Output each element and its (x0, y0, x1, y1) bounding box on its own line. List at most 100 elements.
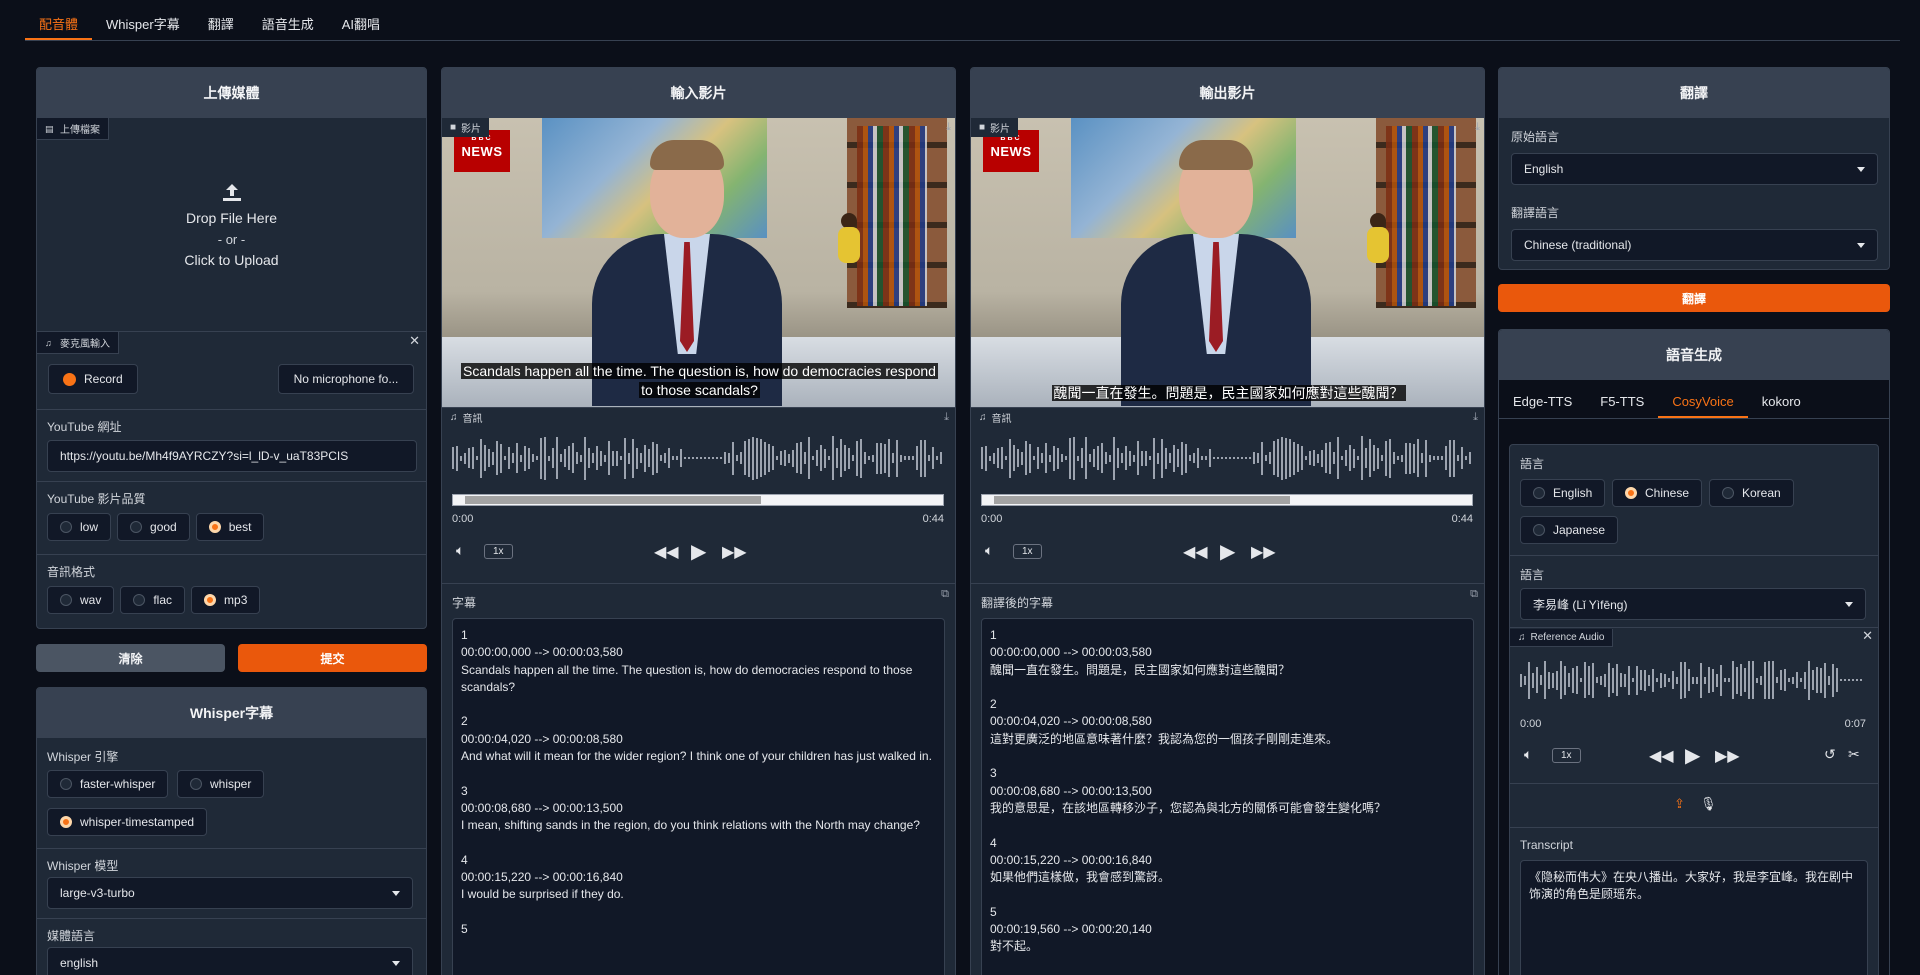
waveform-bar (1205, 456, 1207, 460)
tab-f5-tts[interactable]: F5-TTS (1586, 390, 1658, 418)
rewind-icon[interactable]: ◀◀ (654, 542, 679, 562)
quality-best[interactable]: best (195, 513, 265, 541)
waveform-bar (1245, 457, 1247, 459)
volume-icon[interactable]: 🔈︎ (1524, 746, 1532, 763)
translate-button[interactable]: 翻譯 (1498, 284, 1890, 312)
tab-translate[interactable]: 翻譯 (194, 14, 248, 40)
format-mp3[interactable]: mp3 (191, 586, 261, 614)
waveform-scrollbar[interactable] (452, 494, 944, 506)
tab-ai-cover[interactable]: AI翻唱 (328, 14, 394, 40)
download-icon[interactable]: ⤓ (1473, 411, 1478, 424)
fast-forward-icon[interactable]: ▶▶ (722, 542, 747, 562)
waveform-bar (656, 443, 658, 473)
target-lang-dropdown[interactable]: Chinese (traditional) (1511, 229, 1878, 261)
waveform-bar (1253, 452, 1255, 464)
scissors-icon[interactable]: ✂ (1848, 746, 1860, 763)
upload-icon[interactable]: ⇪ (1674, 796, 1685, 812)
waveform-bar (1832, 663, 1834, 697)
tab-tts[interactable]: 語音生成 (248, 14, 328, 40)
download-icon[interactable]: ⤓ (946, 121, 951, 134)
engine-whisper[interactable]: whisper (177, 770, 265, 798)
waveform-bar (1325, 443, 1327, 473)
youtube-url-input[interactable]: https://youtu.be/Mh4f9AYRCZY?si=l_lD-v_u… (47, 440, 417, 472)
fast-forward-icon[interactable]: ▶▶ (1715, 746, 1740, 766)
quality-good[interactable]: good (117, 513, 190, 541)
clear-button[interactable]: 清除 (36, 644, 225, 672)
lang-english[interactable]: English (1520, 479, 1606, 507)
tab-whisper[interactable]: Whisper字幕 (92, 14, 194, 40)
waveform-bar (680, 449, 682, 467)
speed-button[interactable]: 1x (1552, 748, 1581, 763)
record-button[interactable]: Record (48, 364, 138, 394)
copy-icon[interactable]: ⧉ (941, 588, 949, 601)
waveform[interactable] (981, 434, 1473, 482)
quality-low[interactable]: low (47, 513, 112, 541)
input-video-player[interactable]: BBC NEWS ■ 影片 ⤓ Scandals happen all the ti… (442, 118, 955, 407)
waveform-bar (812, 456, 814, 460)
voice-dropdown[interactable]: 李易峰 (Lǐ Yìfēng) (1520, 588, 1866, 620)
copy-icon[interactable]: ⧉ (1470, 588, 1478, 601)
output-video-player[interactable]: BBC NEWS ■ 影片 ⤓ 醜聞一直在發生。問題是，民主國家如何應對這些醜聞？ (971, 118, 1484, 407)
volume-icon[interactable]: 🔈︎ (985, 542, 993, 559)
waveform-bar (632, 438, 634, 478)
radio-icon (190, 778, 202, 790)
download-icon[interactable]: ⤓ (1475, 121, 1480, 134)
close-icon[interactable]: ✕ (409, 333, 420, 349)
music-icon: ♫ (450, 412, 458, 423)
whisper-title: Whisper字幕 (37, 688, 426, 738)
lang-korean[interactable]: Korean (1709, 479, 1794, 507)
waveform-scrollbar[interactable] (981, 494, 1473, 506)
model-dropdown[interactable]: large-v3-turbo (47, 877, 413, 909)
source-lang-dropdown[interactable]: English (1511, 153, 1878, 185)
format-flac[interactable]: flac (120, 586, 186, 614)
translated-subs-textarea[interactable]: 1 00:00:00,000 --> 00:00:03,580 醜聞一直在發生。… (981, 618, 1474, 975)
waveform[interactable] (1520, 658, 1866, 702)
engine-faster-whisper[interactable]: faster-whisper (47, 770, 169, 798)
media-lang-dropdown[interactable]: english (47, 947, 413, 975)
waveform-bar (1173, 444, 1175, 472)
microphone-icon[interactable]: 🎙︎ (1700, 796, 1717, 812)
fast-forward-icon[interactable]: ▶▶ (1251, 542, 1276, 562)
microphone-select[interactable]: No microphone fo... (278, 364, 414, 394)
subs-textarea[interactable]: 1 00:00:00,000 --> 00:00:03,580 Scandals… (452, 618, 945, 975)
engine-whisper-timestamped[interactable]: whisper-timestamped (47, 808, 208, 836)
waveform-bar (704, 457, 706, 459)
tab-kokoro[interactable]: kokoro (1748, 390, 1815, 418)
waveform-bar (1329, 442, 1331, 474)
waveform-bar (1644, 669, 1646, 691)
transcript-section: Transcript 《隐秘而伟大》在央八播出。大家好，我是李宜峰。我在剧中饰演… (1510, 827, 1878, 975)
format-wav[interactable]: wav (47, 586, 115, 614)
waveform-bar (472, 447, 474, 469)
waveform-bar (1081, 448, 1083, 468)
time-start: 0:00 (452, 513, 474, 525)
engine-label: Whisper 引擎 (47, 750, 119, 764)
speed-button[interactable]: 1x (484, 544, 513, 559)
submit-button[interactable]: 提交 (238, 644, 427, 672)
download-icon[interactable]: ⤓ (944, 411, 949, 424)
waveform[interactable] (452, 434, 944, 482)
lang-chinese[interactable]: Chinese (1612, 479, 1703, 507)
play-icon[interactable]: ▶ (1220, 539, 1235, 564)
play-icon[interactable]: ▶ (691, 539, 706, 564)
file-dropzone[interactable]: Drop File Here - or - Click to Upload (37, 138, 426, 338)
waveform-bar (1556, 670, 1558, 690)
transcript-textarea[interactable]: 《隐秘而伟大》在央八播出。大家好，我是李宜峰。我在剧中饰演的角色是顾瑶东。 (1520, 860, 1868, 975)
waveform-bar (1564, 665, 1566, 695)
tab-dubbing[interactable]: 配音體 (25, 14, 93, 40)
rewind-icon[interactable]: ◀◀ (1649, 746, 1674, 766)
close-icon[interactable]: ✕ (1862, 628, 1873, 644)
waveform-bar (584, 436, 586, 480)
waveform-bar (1752, 661, 1754, 699)
rewind-icon[interactable]: ◀◀ (1183, 542, 1208, 562)
tab-cosyvoice[interactable]: CosyVoice (1658, 390, 1748, 418)
speed-button[interactable]: 1x (1013, 544, 1042, 559)
lang-japanese[interactable]: Japanese (1520, 516, 1619, 544)
volume-icon[interactable]: 🔈︎ (456, 542, 464, 559)
waveform-bar (1373, 445, 1375, 471)
play-icon[interactable]: ▶ (1685, 743, 1700, 768)
waveform-bar (1524, 675, 1526, 685)
video-label: ■ 影片 (971, 118, 1019, 137)
video-camera-icon: ■ (450, 122, 457, 133)
tab-edge-tts[interactable]: Edge-TTS (1499, 390, 1586, 418)
undo-icon[interactable]: ↺ (1824, 746, 1836, 763)
